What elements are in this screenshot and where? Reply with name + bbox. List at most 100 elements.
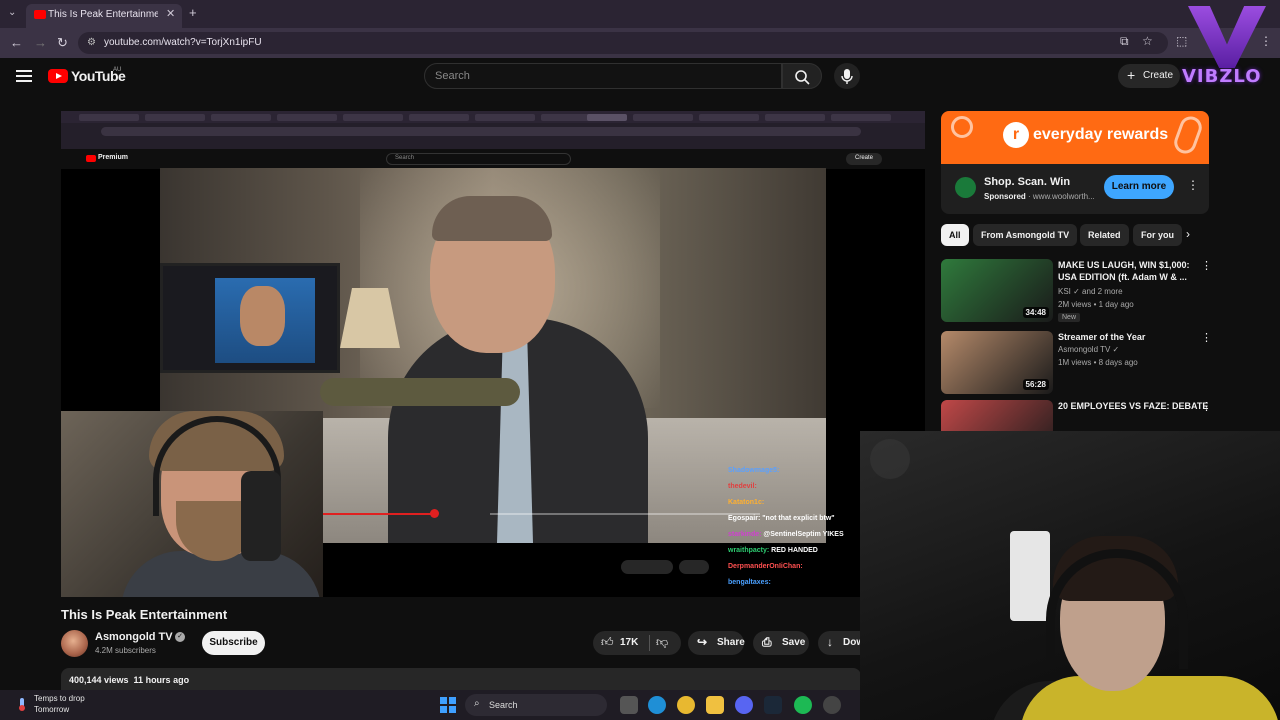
embedded-tab-strip <box>61 111 925 123</box>
like-icon[interactable]: 👍︎ <box>601 635 614 650</box>
taskbar-search[interactable]: ⌕ Search <box>465 694 607 716</box>
video-title[interactable]: MAKE US LAUGH, WIN $1,000: USA EDITION (… <box>1058 259 1210 283</box>
recommended-video[interactable]: 20 EMPLOYEES VS FAZE: DEBATE ⋮ <box>941 400 1221 431</box>
search-icon <box>795 70 810 85</box>
new-tab-icon[interactable]: + <box>189 5 197 20</box>
chat-username: starkinde: <box>728 531 762 538</box>
video-thumbnail[interactable]: 34:48 <box>941 259 1053 322</box>
task-view-icon[interactable] <box>620 696 638 714</box>
discord-icon[interactable] <box>735 696 753 714</box>
youtube-logo-icon[interactable] <box>48 69 68 83</box>
file-explorer-icon[interactable] <box>706 696 724 714</box>
channel-name[interactable]: Asmongold TV <box>95 631 173 643</box>
background-monitor <box>160 263 340 373</box>
share-label: Share <box>717 637 745 648</box>
embedded-premium-label: Premium <box>98 154 128 161</box>
more-options-icon[interactable]: ⋮ <box>1201 259 1212 272</box>
chat-username: DerpmanderOnIiChan: <box>728 563 803 570</box>
chat-text: "not that explicit btw" <box>760 515 835 522</box>
create-label: Create <box>1143 70 1174 81</box>
like-count[interactable]: 17K <box>620 637 638 648</box>
search-placeholder: Search <box>435 70 470 82</box>
video-thumbnail[interactable] <box>941 400 1053 431</box>
create-button[interactable]: + Create <box>1118 64 1180 88</box>
menu-icon[interactable] <box>16 70 32 82</box>
chat-username: Egospair: <box>728 515 761 522</box>
learn-more-button[interactable]: Learn more <box>1104 175 1174 199</box>
chat-text: RED HANDED <box>769 547 818 554</box>
verified-icon: ✓ <box>175 632 185 642</box>
advertiser-logo-icon <box>955 177 976 198</box>
more-options-icon[interactable]: ⋮ <box>1201 331 1212 344</box>
subscriber-count: 4.2M subscribers <box>95 646 156 655</box>
subscribe-button[interactable]: Subscribe <box>202 631 265 655</box>
share-button[interactable]: ↪ Share <box>688 631 745 655</box>
video-meta: 2M views • 1 day ago <box>1058 300 1134 309</box>
steam-icon[interactable] <box>764 696 782 714</box>
embedded-create-button: Create <box>846 153 882 165</box>
url-field[interactable]: ⚙ youtube.com/watch?v=TorjXn1ipFU <box>78 32 1168 54</box>
video-title: This Is Peak Entertainment <box>61 607 228 622</box>
search-button[interactable] <box>782 63 822 89</box>
install-icon[interactable]: ⧉ <box>1120 34 1129 49</box>
browser-tab[interactable]: This Is Peak Entertainment - YouTube ✕ <box>26 4 182 28</box>
channel-name[interactable]: Asmongold TV ✓ <box>1058 345 1119 354</box>
more-options-icon[interactable]: ⋮ <box>1201 400 1212 413</box>
tab-list-icon[interactable]: ⌄ <box>8 7 20 19</box>
embedded-progress-played <box>320 513 434 515</box>
windows-start-icon[interactable] <box>440 697 456 713</box>
chip-all[interactable]: All <box>941 224 969 246</box>
weather-icon[interactable] <box>14 696 30 712</box>
edge-icon[interactable] <box>648 696 666 714</box>
ad-sponsored: Sponsored · www.woolworth... <box>984 192 1095 201</box>
video-player[interactable]: Premium Search Create Shadowmage5: thedev… <box>61 111 925 597</box>
ad-banner[interactable]: r everyday rewards <box>941 111 1209 164</box>
share-icon: ↪ <box>697 635 708 649</box>
embedded-browser-chrome <box>61 111 925 149</box>
weather-subtitle: Tomorrow <box>34 705 70 714</box>
chat-username: Shadowmage5: <box>728 467 780 474</box>
save-button[interactable]: ⎙ Save <box>753 631 809 655</box>
tab-title: This Is Peak Entertainment - YouTube <box>48 9 158 20</box>
weather-title[interactable]: Temps to drop <box>34 694 85 703</box>
dislike-icon[interactable]: 👎︎ <box>656 635 668 650</box>
chip-from-asmongold-tv[interactable]: From Asmongold TV <box>973 224 1078 246</box>
ad-headline[interactable]: Shop. Scan. Win <box>984 176 1070 188</box>
vibzlo-logo-icon <box>1188 6 1266 68</box>
reload-icon[interactable]: ↻ <box>57 35 68 51</box>
site-info-icon[interactable]: ⚙ <box>87 37 99 49</box>
channel-name[interactable]: KSI ✓ and 2 more <box>1058 287 1123 296</box>
browser-tab-bar: ⌄ This Is Peak Entertainment - YouTube ✕… <box>0 0 1280 28</box>
close-tab-icon[interactable]: ✕ <box>166 7 175 20</box>
video-thumbnail[interactable]: 56:28 <box>941 331 1053 394</box>
youtube-header: YouTube AU Search + Create <box>0 58 1280 96</box>
video-title[interactable]: Streamer of the Year <box>1058 331 1210 343</box>
bookmark-star-icon[interactable]: ☆ <box>1142 34 1153 48</box>
search-input[interactable]: Search <box>424 63 782 89</box>
ad-more-icon[interactable]: ⋮ <box>1187 178 1199 192</box>
spotify-icon[interactable] <box>794 696 812 714</box>
forward-icon[interactable]: → <box>34 35 47 50</box>
chat-username: thedevil: <box>728 483 757 490</box>
video-title[interactable]: 20 EMPLOYEES VS FAZE: DEBATE <box>1058 400 1210 412</box>
reactor-webcam <box>860 431 1280 720</box>
download-button[interactable]: ↓ Dow <box>818 631 864 655</box>
chrome-icon[interactable] <box>677 696 695 714</box>
recommended-video[interactable]: 56:28 Streamer of the Year Asmongold TV ✓ 1… <box>941 331 1221 395</box>
embedded-action-pills <box>621 560 731 574</box>
channel-avatar[interactable] <box>61 630 88 657</box>
voice-search-button[interactable] <box>834 63 860 89</box>
windows-taskbar: Temps to drop Tomorrow ⌕ Search <box>0 690 860 720</box>
embedded-progress-handle <box>430 509 439 518</box>
chip-related[interactable]: Related <box>1080 224 1129 246</box>
back-icon[interactable]: ← <box>10 35 23 50</box>
embedded-create-label: Create <box>855 155 874 161</box>
embedded-youtube-header: Premium Search Create <box>61 149 925 169</box>
chip-for-you[interactable]: For you <box>1133 224 1182 246</box>
chat-username: bengaltaxes: <box>728 579 771 586</box>
recommended-video[interactable]: 34:48 MAKE US LAUGH, WIN $1,000: USA EDIT… <box>941 259 1221 323</box>
chevron-right-icon[interactable]: › <box>1186 227 1190 241</box>
obs-icon[interactable] <box>823 696 841 714</box>
chat-text: @SentinelSeptim YIKES <box>761 531 844 538</box>
chat-username: Kataton1c: <box>728 499 765 506</box>
